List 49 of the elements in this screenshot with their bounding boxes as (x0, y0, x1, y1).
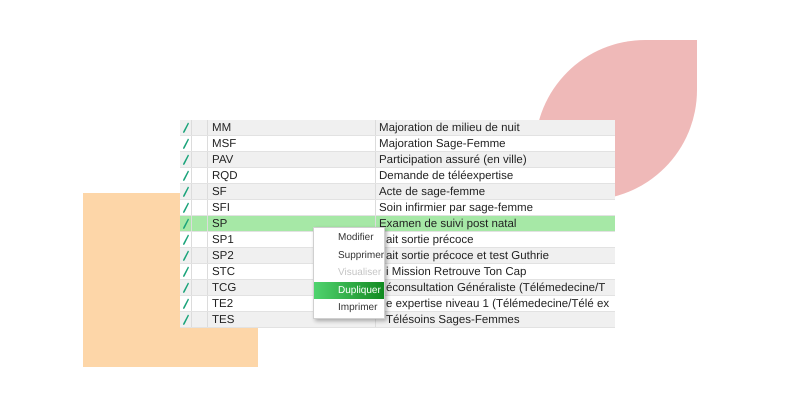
pencil-icon (182, 250, 188, 261)
table-cell: éconsultation Généraliste (Télémedecine/T (386, 280, 606, 294)
pencil-icon (182, 186, 188, 197)
table-row[interactable]: TES Télésoins Sages-Femmes (180, 312, 615, 328)
table-cell: SP (212, 216, 228, 230)
table-cell: i Mission Retrouve Ton Cap (386, 264, 526, 278)
table-cell: SFI (212, 200, 230, 214)
table-cell: TCG (212, 280, 236, 294)
pencil-icon (182, 298, 188, 309)
table-cell: Majoration de milieu de nuit (379, 120, 520, 134)
table-cell: Examen de suivi post natal (379, 216, 516, 230)
table-cell: MM (212, 120, 232, 134)
table-cell: STC (212, 264, 235, 278)
pencil-icon (182, 154, 188, 165)
table-cell: Acte de sage-femme (379, 184, 486, 198)
table-row[interactable]: RQD Demande de téléexpertise (180, 168, 615, 184)
table-cell: MSF (212, 136, 236, 150)
pencil-icon (182, 282, 188, 293)
table-cell: Participation assuré (en ville) (379, 152, 527, 166)
table-row[interactable]: PAV Participation assuré (en ville) (180, 152, 615, 168)
pencil-icon (182, 202, 188, 213)
table-cell: ait sortie précoce et test Guthrie (386, 248, 549, 262)
table-cell: SP1 (212, 232, 234, 246)
table-row[interactable]: SP Examen de suivi post natal (180, 216, 615, 232)
table-cell: Demande de téléexpertise (379, 168, 514, 182)
table-cell: TE2 (212, 296, 234, 310)
pencil-icon (182, 170, 188, 181)
pencil-icon (182, 266, 188, 277)
table-cell: e expertise niveau 1 (Télémedecine/Télé ex (386, 296, 610, 310)
table-row[interactable]: MM Majoration de milieu de nuit (180, 120, 615, 136)
menu-item[interactable]: Supprimer (314, 246, 384, 264)
pencil-icon (182, 234, 188, 245)
table-row[interactable]: SF Acte de sage-femme (180, 184, 615, 200)
table-row[interactable]: MSF Majoration Sage-Femme (180, 136, 615, 152)
table-cell: SP2 (212, 248, 234, 262)
pencil-icon (182, 314, 188, 325)
pencil-icon (182, 138, 188, 149)
table-row[interactable]: SFI Soin infirmier par sage-femme (180, 200, 615, 216)
table-cell: Soin infirmier par sage-femme (379, 200, 534, 214)
table-cell: Majoration Sage-Femme (379, 136, 506, 150)
table-cell: Télésoins Sages-Femmes (386, 312, 520, 326)
table-cell: ait sortie précoce (386, 232, 474, 246)
table-cell: PAV (212, 152, 234, 166)
table-cell: RQD (212, 168, 238, 182)
table-cell: SF (212, 184, 227, 198)
pencil-icon (182, 122, 188, 133)
table-cell: TES (212, 312, 234, 326)
pencil-icon (182, 218, 188, 229)
menu-item[interactable]: Modifier (314, 229, 384, 246)
